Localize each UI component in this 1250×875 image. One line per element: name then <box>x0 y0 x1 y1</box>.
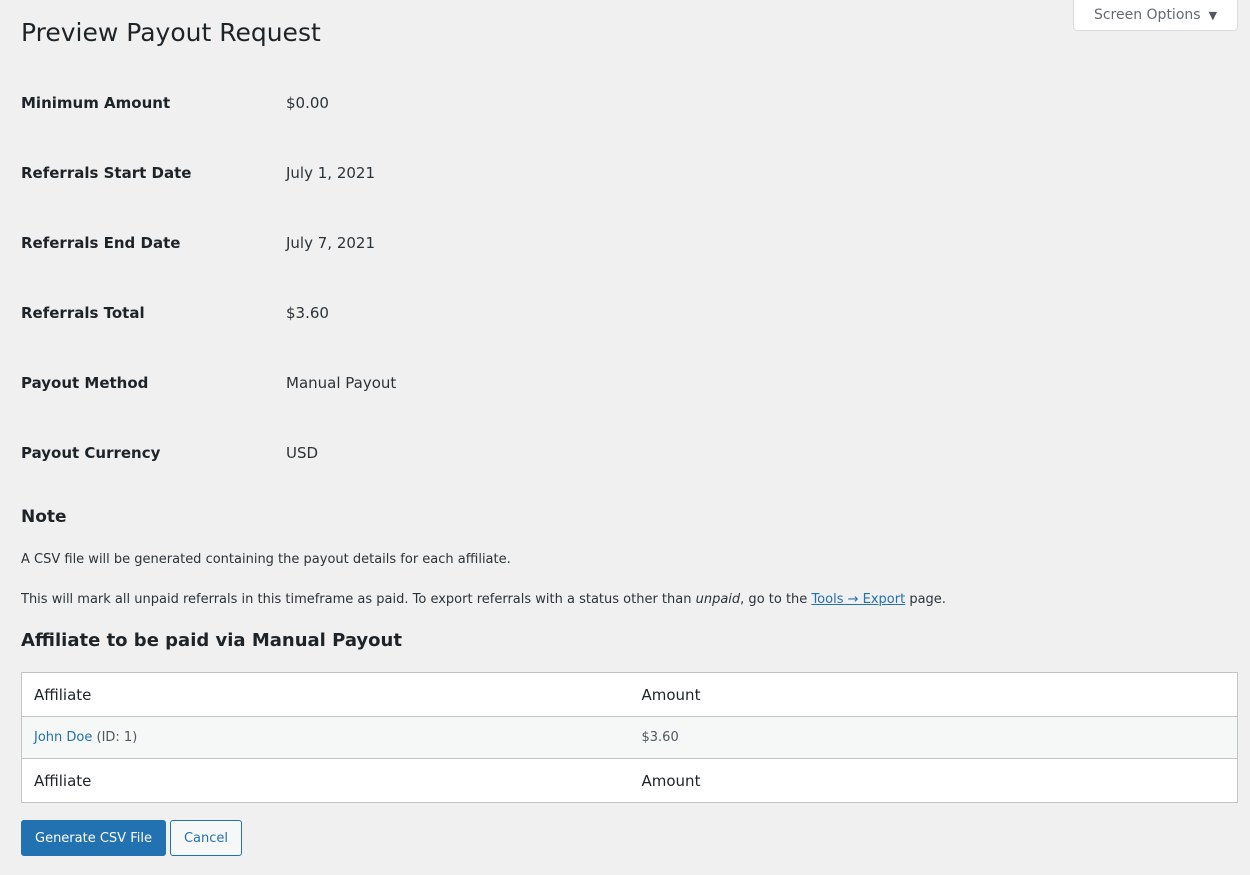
note-text-unpaid: This will mark all unpaid referrals in t… <box>21 592 946 607</box>
column-footer-amount: Amount <box>629 758 1238 803</box>
detail-value: Manual Payout <box>286 374 397 392</box>
note-heading: Note <box>21 507 67 527</box>
amount-cell: $3.60 <box>641 730 679 745</box>
detail-row-referrals-total: Referrals Total $3.60 <box>21 278 721 348</box>
note-text-part: This will mark all unpaid referrals in t… <box>21 592 696 607</box>
column-header-amount: Amount <box>629 672 1238 717</box>
generate-csv-button[interactable]: Generate CSV File <box>21 820 166 856</box>
detail-value: July 7, 2021 <box>286 234 375 252</box>
detail-row-payout-method: Payout Method Manual Payout <box>21 348 721 418</box>
detail-value: July 1, 2021 <box>286 164 375 182</box>
column-footer-affiliate: Affiliate <box>21 758 630 803</box>
screen-options-button[interactable]: Screen Options ▼ <box>1073 0 1238 31</box>
affiliates-table: Affiliate Amount John Doe (ID: 1) $3.60 … <box>21 672 1238 803</box>
column-header-affiliate: Affiliate <box>21 672 630 717</box>
detail-value: $3.60 <box>286 304 329 322</box>
detail-label: Minimum Amount <box>21 94 171 112</box>
cancel-button[interactable]: Cancel <box>169 820 243 856</box>
detail-label: Payout Method <box>21 374 149 392</box>
detail-value: $0.00 <box>286 94 329 112</box>
detail-value: USD <box>286 444 319 462</box>
detail-label: Referrals End Date <box>21 234 181 252</box>
note-emphasis-unpaid: unpaid <box>695 592 741 607</box>
detail-label: Referrals Start Date <box>21 164 192 182</box>
detail-row-payout-currency: Payout Currency USD <box>21 418 721 488</box>
affiliate-id: (ID: 1) <box>92 730 138 745</box>
detail-label: Payout Currency <box>21 444 161 462</box>
table-row: John Doe (ID: 1) $3.60 <box>21 716 1238 759</box>
affiliate-name-link[interactable]: John Doe <box>34 730 92 745</box>
tools-export-link[interactable]: Tools → Export <box>811 592 905 607</box>
table-footer-row: Affiliate Amount <box>21 758 1238 803</box>
affiliate-cell: John Doe (ID: 1) <box>22 717 630 759</box>
detail-row-end-date: Referrals End Date July 7, 2021 <box>21 208 721 278</box>
payout-details: Minimum Amount $0.00 Referrals Start Dat… <box>21 68 721 488</box>
note-text-csv: A CSV file will be generated containing … <box>21 552 511 567</box>
detail-label: Referrals Total <box>21 304 145 322</box>
detail-row-start-date: Referrals Start Date July 1, 2021 <box>21 138 721 208</box>
detail-row-minimum-amount: Minimum Amount $0.00 <box>21 68 721 138</box>
note-text-part: , go to the <box>740 592 812 607</box>
action-buttons: Generate CSV File Cancel <box>21 820 243 856</box>
table-header-row: Affiliate Amount <box>21 672 1238 717</box>
caret-down-icon: ▼ <box>1208 8 1218 22</box>
affiliates-heading: Affiliate to be paid via Manual Payout <box>21 630 402 651</box>
page-title: Preview Payout Request <box>21 18 321 47</box>
screen-options-label: Screen Options <box>1093 7 1201 23</box>
note-text-part: page. <box>905 592 946 607</box>
